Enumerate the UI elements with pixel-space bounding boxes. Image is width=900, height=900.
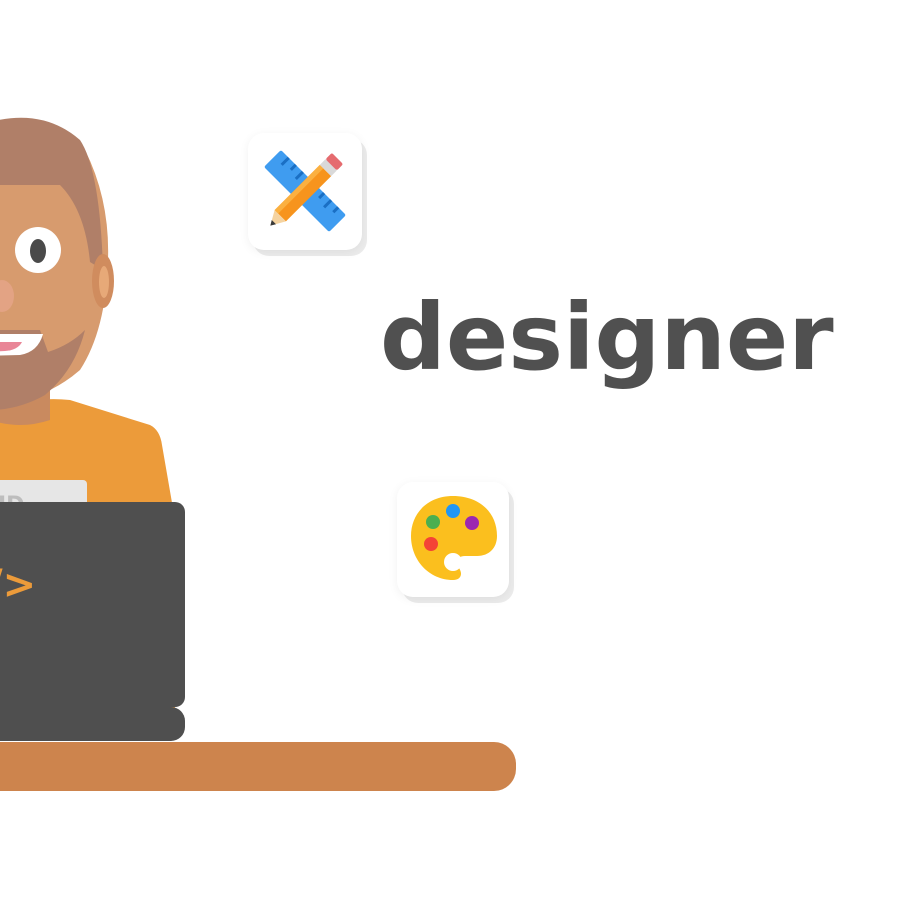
- palette-tile: [397, 482, 509, 597]
- ear-inner: [99, 266, 109, 298]
- eye-pupil: [30, 239, 46, 263]
- laptop-code-symbol: />: [0, 562, 36, 608]
- developer-illustration: ID />: [0, 117, 516, 791]
- ruler-pencil-tile: [248, 133, 362, 250]
- desk: [0, 742, 516, 791]
- laptop-base: [0, 707, 185, 741]
- illustration-stage: ID />: [0, 0, 900, 900]
- palette-icon: [411, 496, 497, 580]
- ruler-pencil-icon: [264, 150, 346, 232]
- headline: designer: [380, 284, 834, 391]
